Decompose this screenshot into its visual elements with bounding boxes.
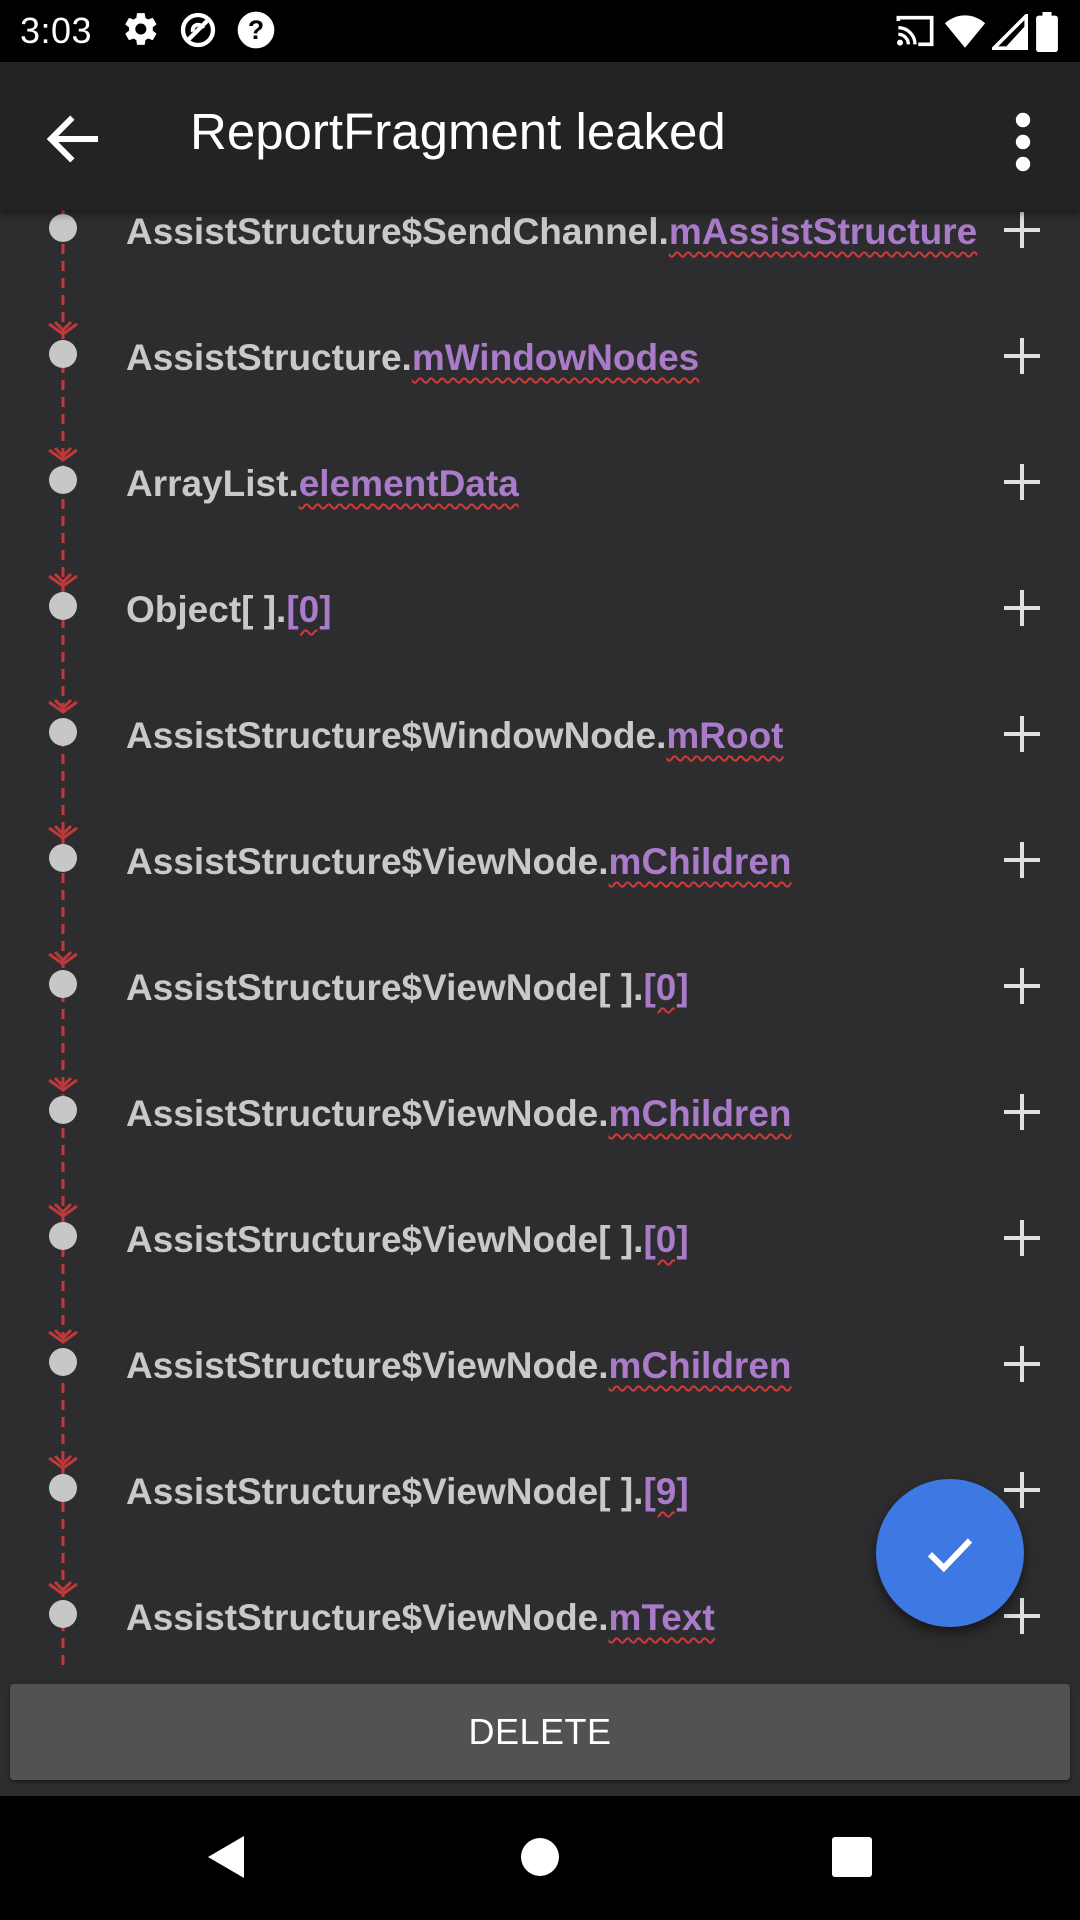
field-name: mChildren	[608, 841, 792, 882]
cast-icon	[896, 15, 934, 47]
field-name: mChildren	[608, 1093, 792, 1134]
class-name: AssistStructure.	[126, 337, 412, 378]
field-name: mText	[608, 1597, 715, 1638]
class-name: AssistStructure$ViewNode[ ].	[126, 967, 644, 1008]
arrow-back-icon[interactable]	[40, 106, 106, 172]
home-circle-icon[interactable]	[519, 1832, 561, 1882]
leak-trace-label: AssistStructure$ViewNode[ ].[0]	[126, 1218, 689, 1262]
field-name: [0]	[643, 967, 689, 1008]
class-name: AssistStructure$ViewNode[ ].	[126, 1471, 644, 1512]
expand-plus-icon[interactable]	[1002, 462, 1042, 502]
no-disturb-icon	[180, 12, 216, 48]
class-name: AssistStructure$WindowNode.	[126, 715, 667, 756]
leak-trace-label: ArrayList.elementData	[126, 462, 519, 506]
status-time: 3:03	[20, 10, 93, 51]
leak-trace-label: AssistStructure.mWindowNodes	[126, 336, 699, 380]
help-icon: ?	[237, 11, 275, 49]
signal-icon	[992, 14, 1028, 50]
leak-trace-label: AssistStructure$ViewNode[ ].[9]	[126, 1470, 689, 1514]
leak-trace-label: AssistStructure$WindowNode.mRoot	[126, 714, 784, 758]
delete-bar: DELETE	[0, 1680, 1080, 1796]
field-name: [0]	[643, 1219, 689, 1260]
page-title: ReportFragment leaked	[190, 103, 726, 160]
expand-plus-icon[interactable]	[1002, 588, 1042, 628]
confirm-fab[interactable]	[876, 1479, 1024, 1627]
class-name: AssistStructure$ViewNode.	[126, 1345, 609, 1386]
expand-plus-icon[interactable]	[1002, 336, 1042, 376]
leak-trace-label: AssistStructure$ViewNode.mChildren	[126, 1344, 792, 1388]
leak-trace-row[interactable]: AssistStructure$ViewNode.mChildren	[0, 840, 1080, 966]
svg-text:?: ?	[248, 15, 264, 45]
leak-trace-label: AssistStructure$ViewNode.mChildren	[126, 1092, 792, 1136]
leak-trace-label: AssistStructure$SendChannel.mAssistStruc…	[126, 210, 977, 254]
leak-trace-label: AssistStructure$ViewNode[ ].[0]	[126, 966, 689, 1010]
settings-icon	[125, 13, 157, 45]
leak-trace-label: Object[ ].[0]	[126, 588, 332, 632]
leak-trace-row[interactable]: AssistStructure$ViewNode.mChildren	[0, 1344, 1080, 1470]
expand-plus-icon[interactable]	[1002, 840, 1042, 880]
class-name: ArrayList.	[126, 463, 299, 504]
leak-trace-row[interactable]: AssistStructure.mWindowNodes	[0, 336, 1080, 462]
battery-icon	[1036, 12, 1058, 52]
field-name: elementData	[298, 463, 519, 504]
expand-plus-icon[interactable]	[1002, 1218, 1042, 1258]
delete-button[interactable]: DELETE	[10, 1684, 1070, 1780]
check-icon	[927, 1538, 973, 1573]
wifi-icon	[944, 15, 986, 48]
expand-plus-icon[interactable]	[1002, 1092, 1042, 1132]
leak-trace-row[interactable]: ArrayList.elementData	[0, 462, 1080, 588]
class-name: AssistStructure$SendChannel.	[126, 211, 669, 252]
expand-plus-icon[interactable]	[1002, 1344, 1042, 1384]
navigation-bar	[0, 1796, 1080, 1920]
leak-trace-row[interactable]: AssistStructure$ViewNode[ ].[0]	[0, 966, 1080, 1092]
class-name: AssistStructure$ViewNode.	[126, 841, 609, 882]
status-bar: 3:03 ?	[0, 0, 1080, 62]
leak-trace-list[interactable]: AssistStructure$SendChannel.mAssistStruc…	[0, 210, 1080, 1680]
leak-trace-row[interactable]: AssistStructure$ViewNode[ ].[0]	[0, 1218, 1080, 1344]
leak-trace-row[interactable]: AssistStructure$ViewNode.mChildren	[0, 1092, 1080, 1218]
field-name: [0]	[286, 589, 332, 630]
leak-trace-row[interactable]: AssistStructure$SendChannel.mAssistStruc…	[0, 210, 1080, 336]
class-name: AssistStructure$ViewNode.	[126, 1093, 609, 1134]
leak-trace-row[interactable]: AssistStructure$WindowNode.mRoot	[0, 714, 1080, 840]
expand-plus-icon[interactable]	[1002, 1470, 1042, 1510]
field-name: mChildren	[608, 1345, 792, 1386]
field-name: [9]	[643, 1471, 689, 1512]
field-name: mAssistStructure	[668, 211, 978, 252]
more-vert-icon[interactable]	[1000, 112, 1046, 172]
class-name: Object[ ].	[126, 589, 287, 630]
expand-plus-icon[interactable]	[1002, 210, 1042, 250]
expand-plus-icon[interactable]	[1002, 714, 1042, 754]
leak-trace-label: AssistStructure$ViewNode.mChildren	[126, 840, 792, 884]
expand-plus-icon[interactable]	[1002, 1596, 1042, 1636]
app-bar: ReportFragment leaked	[0, 62, 1080, 210]
expand-plus-icon[interactable]	[1002, 966, 1042, 1006]
recents-square-icon[interactable]	[830, 1832, 874, 1882]
back-triangle-icon[interactable]	[204, 1832, 248, 1882]
leak-trace-label: AssistStructure$ViewNode.mText	[126, 1596, 715, 1640]
field-name: mRoot	[666, 715, 784, 756]
class-name: AssistStructure$ViewNode.	[126, 1597, 609, 1638]
class-name: AssistStructure$ViewNode[ ].	[126, 1219, 644, 1260]
field-name: mWindowNodes	[411, 337, 700, 378]
leak-trace-row[interactable]: Object[ ].[0]	[0, 588, 1080, 714]
